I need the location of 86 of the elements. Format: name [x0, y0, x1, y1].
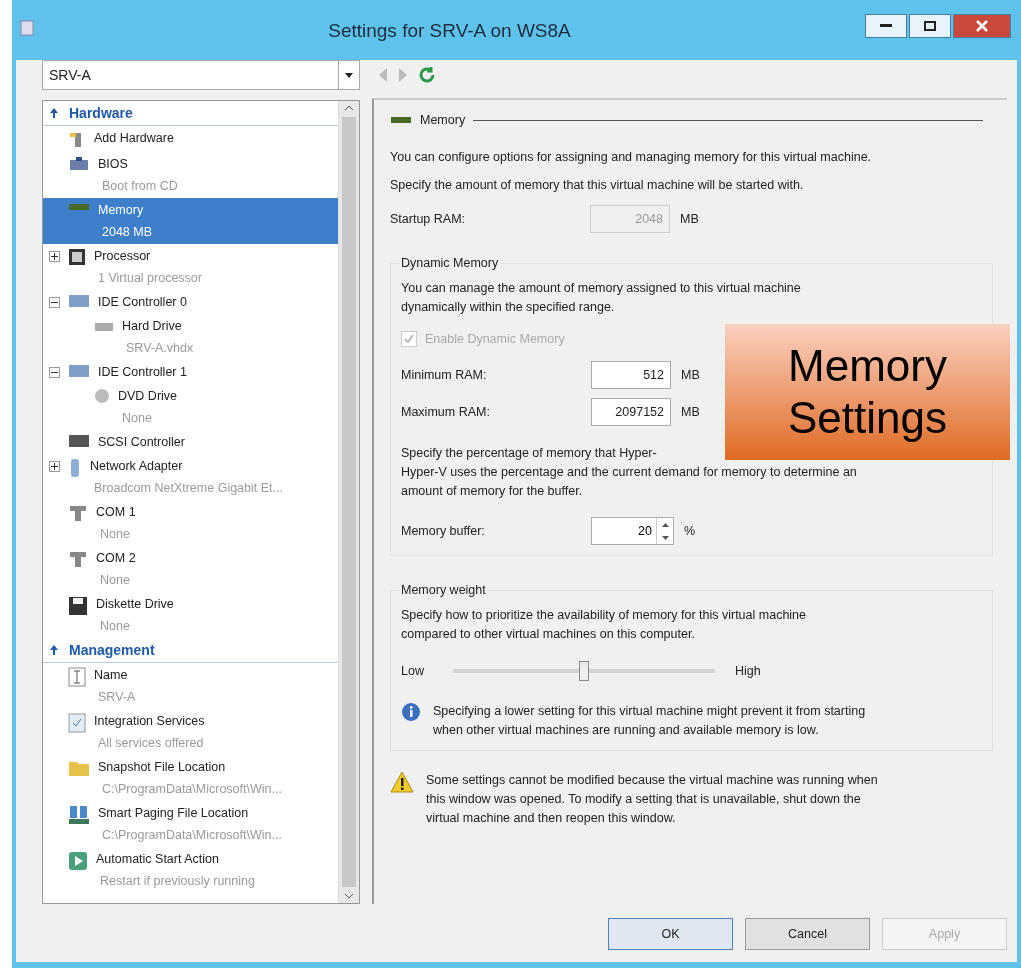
port-icon [68, 504, 88, 522]
slider-thumb[interactable] [579, 661, 589, 681]
collapse-icon[interactable] [49, 367, 60, 378]
controller-icon [68, 434, 90, 448]
description-text: Specify how to prioritize the availability of memory for this virtual machine compared to other virtual machines on this computer. [401, 607, 808, 643]
slider-label: High [735, 664, 761, 678]
section-heading: Hardware [69, 105, 133, 121]
paging-icon [68, 805, 90, 825]
port-icon [68, 550, 88, 568]
tree-item[interactable]: Diskette Drive None [43, 592, 338, 638]
bios-icon [68, 156, 90, 172]
field-label: Maximum RAM: [401, 405, 491, 419]
checkbox-label: Enable Dynamic Memory [425, 332, 565, 346]
minimize-icon [880, 24, 892, 28]
field-label: Minimum RAM: [401, 368, 488, 382]
callout-label: Memory Settings [725, 324, 1010, 460]
warning-text: Some settings cannot be modified because the virtual machine was running when this window was opened. To modify a setting that is unavailable, shut down the virtual machine and then reopen this window. [426, 772, 879, 827]
spin-down-icon[interactable] [661, 535, 669, 540]
ram-field[interactable]: 2097152 [591, 398, 671, 426]
tree-item[interactable]: DVD Drive None [43, 384, 338, 430]
warning-icon [390, 771, 414, 793]
description-text: Hyper-V uses the percentage and the current demand for memory to determine an [401, 464, 858, 481]
dialog-button[interactable]: OK [608, 918, 733, 950]
tree-item[interactable]: BIOS Boot from CD [43, 152, 338, 198]
tree-item[interactable]: SCSI Controller [43, 430, 338, 454]
window-title: Settings for SRV-A on WS8A [327, 20, 572, 42]
collapse-section-icon[interactable] [49, 645, 59, 655]
controller-icon [68, 364, 90, 378]
tree-item[interactable]: Network Adapter Broadcom NetXtreme Gigabit Et... [43, 454, 338, 500]
refresh-icon[interactable] [418, 66, 436, 84]
unit-label: MB [681, 405, 700, 419]
tree-item[interactable]: IDE Controller 1 [43, 360, 338, 384]
dialog-button[interactable]: Cancel [745, 918, 870, 950]
info-icon [401, 702, 421, 722]
unit-label: MB [680, 212, 699, 226]
panel-title: Memory [420, 113, 466, 127]
disc-icon [94, 388, 110, 404]
description-text: Specify the amount of memory that this virtual machine will be started with. [390, 177, 805, 194]
start-action-icon [68, 851, 88, 871]
maximize-icon [924, 21, 936, 31]
memory-buffer-field[interactable]: 20 [591, 517, 674, 545]
tree-item[interactable]: Processor 1 Virtual processor [43, 244, 338, 290]
memory-icon [68, 202, 90, 212]
maximize-button[interactable] [909, 14, 951, 38]
description-text: You can manage the amount of memory assigned to this virtual machine dynamically within the specified range. [401, 280, 802, 316]
processor-icon [68, 248, 86, 266]
unit-label: MB [681, 368, 700, 382]
tree-item[interactable]: COM 2 None [43, 546, 338, 592]
tree-item[interactable]: IDE Controller 0 [43, 290, 338, 314]
collapse-section-icon[interactable] [49, 108, 59, 118]
vm-dropdown[interactable]: SRV-A [42, 60, 360, 90]
app-icon [20, 20, 34, 36]
field-label: Memory buffer: [401, 524, 486, 538]
spin-up-icon[interactable] [661, 522, 669, 527]
tree-item[interactable]: Memory 2048 MB [43, 198, 338, 244]
tree-item[interactable]: Hard Drive SRV-A.vhdx [43, 314, 338, 360]
text-field-icon [68, 667, 86, 687]
folder-icon [68, 759, 90, 777]
field-label: Startup RAM: [390, 212, 467, 226]
section-heading: Management [69, 642, 155, 658]
tree-item[interactable]: COM 1 None [43, 500, 338, 546]
description-text: You can configure options for assigning and managing memory for this virtual machine. [390, 149, 873, 166]
tree-item[interactable]: Automatic Start Action Restart if previously running [43, 847, 338, 893]
tree-item[interactable]: Add Hardware [43, 126, 338, 152]
close-icon [976, 20, 988, 32]
info-text: Specifying a lower setting for this virtual machine might prevent it from starting when other virtual machines are running and available memory is low. [433, 703, 867, 739]
tree-item[interactable]: Snapshot File Location C:\ProgramData\Microsoft\Win... [43, 755, 338, 801]
minimize-button[interactable] [865, 14, 907, 38]
expand-icon[interactable] [49, 251, 60, 262]
slider-label: Low [401, 664, 425, 678]
scrollbar[interactable] [338, 101, 359, 903]
document-icon [68, 713, 86, 733]
unit-label: % [684, 524, 696, 538]
description-text: amount of memory for the buffer. [401, 483, 584, 500]
expand-icon[interactable] [49, 461, 60, 472]
tree-item[interactable]: Smart Paging File Location C:\ProgramData\Microsoft\Win... [43, 801, 338, 847]
network-adapter-icon [68, 458, 82, 478]
tree-item[interactable]: Name SRV-A [43, 663, 338, 709]
tree-item[interactable]: Integration Services All services offered [43, 709, 338, 755]
description-text: Specify the percentage of memory that Hyper- [401, 445, 658, 462]
collapse-icon[interactable] [49, 297, 60, 308]
ram-field[interactable]: 512 [591, 361, 671, 389]
memory-icon [390, 115, 412, 125]
caret-icon [345, 72, 353, 78]
controller-icon [68, 294, 90, 308]
close-button[interactable] [953, 14, 1011, 38]
